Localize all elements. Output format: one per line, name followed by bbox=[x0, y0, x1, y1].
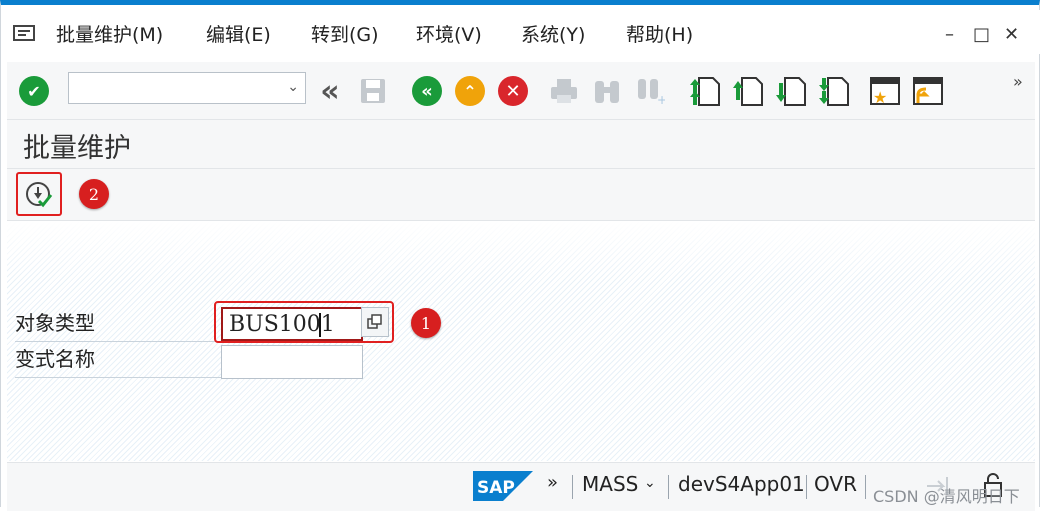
create-session-icon[interactable]: ★ bbox=[868, 74, 902, 108]
title-bar: 批量维护 bbox=[7, 120, 1035, 169]
highlight-box bbox=[214, 301, 394, 343]
status-more-icon[interactable]: » bbox=[547, 472, 558, 493]
separator bbox=[668, 475, 669, 499]
previous-page-icon[interactable] bbox=[731, 74, 765, 108]
content-fade bbox=[7, 221, 1035, 281]
menu-environment[interactable]: 环境(V) bbox=[416, 20, 482, 47]
back-history-icon[interactable]: « bbox=[313, 74, 347, 109]
find-next-icon[interactable]: + bbox=[633, 74, 667, 108]
command-field[interactable]: ⌄ bbox=[68, 72, 306, 104]
status-bar: SAP » MASS ⌄ devS4App01 OVR CSDN @清风明日下 bbox=[7, 462, 1035, 511]
sap-logo: SAP bbox=[473, 471, 533, 501]
separator bbox=[806, 475, 807, 499]
minimize-icon[interactable]: – bbox=[945, 24, 954, 45]
step-badge-1: 1 bbox=[411, 308, 441, 338]
execute-icon bbox=[26, 182, 53, 208]
transaction-code[interactable]: MASS bbox=[582, 472, 638, 496]
menu-mass-maintenance[interactable]: 批量维护(M) bbox=[56, 20, 163, 47]
menu-system[interactable]: 系统(Y) bbox=[521, 20, 585, 47]
find-icon[interactable] bbox=[590, 74, 624, 108]
step-badge-2: 2 bbox=[79, 179, 109, 209]
print-icon[interactable] bbox=[547, 74, 581, 108]
object-type-label: 对象类型 bbox=[15, 305, 221, 342]
sap-window: 批量维护(M) 编辑(E) 转到(G) 环境(V) 系统(Y) 帮助(H) – … bbox=[0, 0, 1040, 511]
next-page-icon[interactable] bbox=[774, 74, 808, 108]
insert-mode[interactable]: OVR bbox=[814, 472, 857, 496]
svg-text:+: + bbox=[657, 93, 665, 105]
enter-icon[interactable]: ✔ bbox=[17, 74, 51, 108]
menu-icon[interactable] bbox=[13, 24, 35, 42]
cancel-icon[interactable]: ✕ bbox=[496, 74, 530, 108]
maximize-icon[interactable]: □ bbox=[973, 24, 990, 45]
watermark: CSDN @清风明日下 bbox=[873, 487, 1020, 506]
svg-text:SAP: SAP bbox=[477, 478, 515, 498]
standard-toolbar: ✔ ⌄ « « ⌃ ✕ + ★ » bbox=[7, 62, 1035, 120]
menu-edit[interactable]: 编辑(E) bbox=[206, 20, 271, 47]
menu-bar: 批量维护(M) 编辑(E) 转到(G) 环境(V) 系统(Y) 帮助(H) – … bbox=[1, 10, 1040, 54]
toolbar-more-icon[interactable]: » bbox=[1013, 72, 1023, 91]
close-icon[interactable]: ✕ bbox=[1004, 24, 1019, 45]
selection-screen: 对象类型 BUS1001 1 变式名称 bbox=[7, 221, 1035, 461]
chevron-down-icon[interactable]: ⌄ bbox=[287, 79, 299, 95]
execute-button[interactable] bbox=[16, 172, 62, 216]
menu-goto[interactable]: 转到(G) bbox=[311, 20, 379, 47]
separator bbox=[572, 475, 573, 499]
create-shortcut-icon[interactable] bbox=[911, 74, 945, 108]
variant-name-label: 变式名称 bbox=[15, 341, 221, 378]
chevron-down-icon[interactable]: ⌄ bbox=[644, 475, 656, 491]
svg-text:★: ★ bbox=[873, 88, 887, 107]
server-name: devS4App01 bbox=[678, 472, 805, 496]
exit-icon[interactable]: ⌃ bbox=[453, 74, 487, 108]
variant-name-field[interactable] bbox=[221, 345, 363, 379]
first-page-icon[interactable] bbox=[688, 74, 722, 108]
save-icon[interactable] bbox=[356, 74, 390, 108]
application-toolbar: 2 bbox=[7, 169, 1035, 221]
back-icon[interactable]: « bbox=[410, 74, 444, 108]
separator bbox=[865, 475, 866, 499]
last-page-icon[interactable] bbox=[817, 74, 851, 108]
menu-help[interactable]: 帮助(H) bbox=[626, 20, 693, 47]
page-title: 批量维护 bbox=[23, 133, 131, 164]
